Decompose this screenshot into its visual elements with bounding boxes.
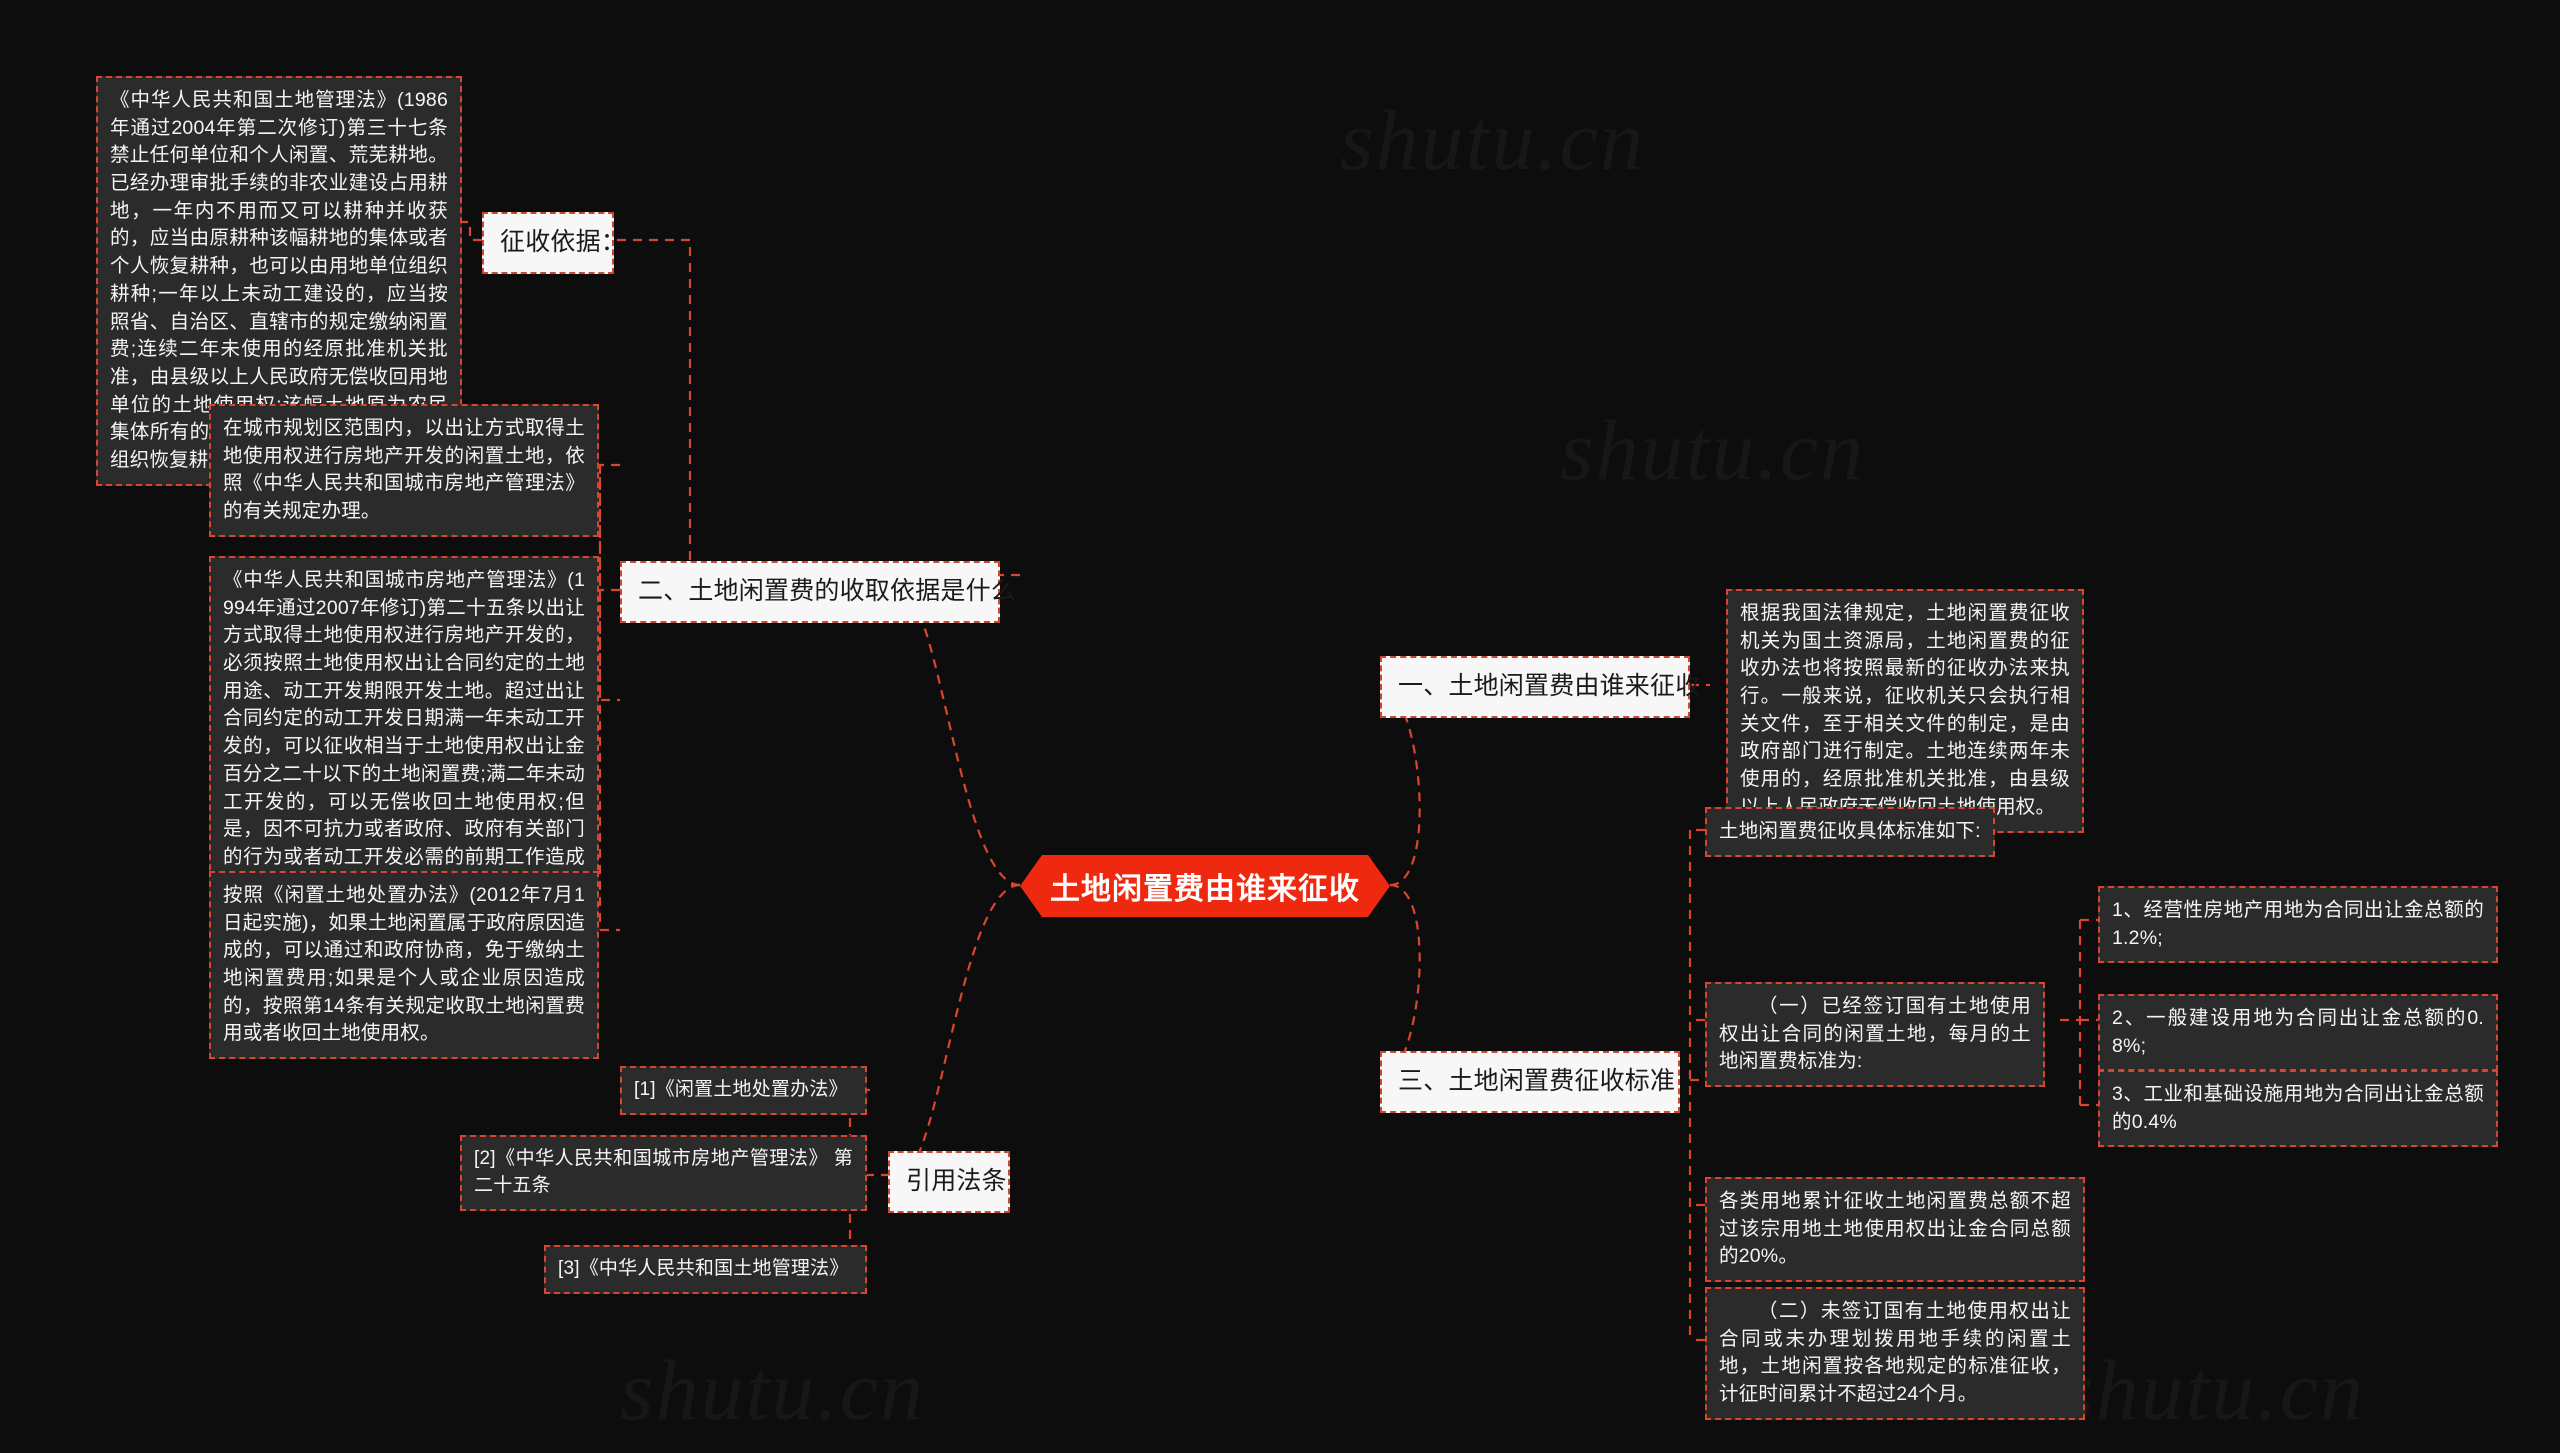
left-node-idle-land-disposal-measures[interactable]: 按照《闲置土地处置办法》(2012年7月1日起实施)，如果土地闲置属于政府原因造… [209,871,599,1060]
right-node-signed-contract-land[interactable]: （一）已经签订国有土地使用权出让合同的闲置土地，每月的土地闲置费标准为: [1705,982,2045,1088]
right-node-unsigned-contract-land[interactable]: （二）未签订国有土地使用权出让合同或未办理划拨用地手续的闲置土地，土地闲置按各地… [1705,1287,2085,1420]
left-branch-label-cited-statutes[interactable]: 引用法条 [888,1151,1010,1213]
watermark-5: shutu.cn [1340,90,1645,190]
right-node-standard-intro[interactable]: 土地闲置费征收具体标准如下: [1705,807,1995,857]
right-node-standard-general-construction[interactable]: 2、一般建设用地为合同出让金总额的0.8%; [2098,994,2498,1072]
right-node-cumulative-cap[interactable]: 各类用地累计征收土地闲置费总额不超过该宗用地土地使用权出让金合同总额的20%。 [1705,1177,2085,1283]
watermark-4: shutu.cn [2060,1340,2365,1440]
right-node-standard-industrial[interactable]: 3、工业和基础设施用地为合同出让金总额的0.4% [2098,1070,2498,1148]
right-branch-label-who-collects[interactable]: 一、土地闲置费由谁来征收 [1380,656,1700,718]
left-branch-label-basis[interactable]: 征收依据： [482,212,626,274]
left-node-citation-1[interactable]: [1]《闲置土地处置办法》 [620,1066,867,1115]
watermark-2: shutu.cn [1560,400,1865,500]
central-topic[interactable]: 土地闲置费由谁来征收 [1020,855,1390,917]
left-node-urban-planning-area[interactable]: 在城市规划区范围内，以出让方式取得土地使用权进行房地产开发的闲置土地，依照《中华… [209,404,599,537]
watermark-3: shutu.cn [620,1340,925,1440]
right-node-collection-authority[interactable]: 根据我国法律规定，土地闲置费征收机关为国土资源局，土地闲置费的征收办法也将按照最… [1726,589,2084,833]
right-node-standard-commercial[interactable]: 1、经营性房地产用地为合同出让金总额的1.2%; [2098,886,2498,964]
left-node-citation-3[interactable]: [3]《中华人民共和国土地管理法》 [544,1245,867,1294]
left-branch-label-basis-of-collection[interactable]: 二、土地闲置费的收取依据是什么 [620,561,1016,623]
left-node-real-estate-management-law[interactable]: 《中华人民共和国城市房地产管理法》(1994年通过2007年修订)第二十五条以出… [209,556,599,911]
right-branch-label-collection-standard[interactable]: 三、土地闲置费征收标准 [1380,1051,1680,1113]
left-node-citation-2[interactable]: [2]《中华人民共和国城市房地产管理法》 第二十五条 [460,1135,867,1211]
